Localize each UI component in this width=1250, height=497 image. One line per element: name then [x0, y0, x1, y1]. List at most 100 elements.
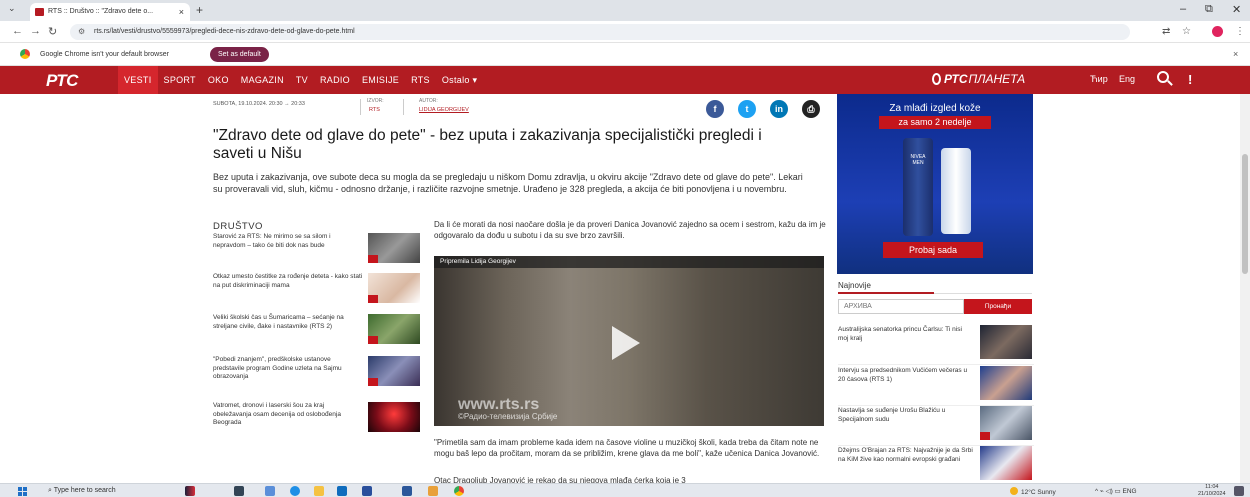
chrome-taskbar-icon[interactable]: [454, 486, 464, 496]
cyrillic-switch[interactable]: Ћир: [1090, 74, 1108, 84]
chrome-logo-icon: [20, 49, 30, 59]
app-news-icon[interactable]: [185, 486, 195, 496]
related-title: Veliki školski čas u Šumaricama – sećanj…: [213, 314, 344, 330]
planeta-brand: РТС: [944, 72, 968, 86]
print-icon[interactable]: ⎙: [802, 100, 820, 118]
related-item[interactable]: "Pobedi znanjem", predškolske ustanove p…: [213, 356, 423, 396]
nav-magazin[interactable]: MAGAZIN: [235, 66, 290, 94]
nav-rts[interactable]: RTS: [405, 66, 436, 94]
video-camera-icon: [368, 336, 378, 344]
word-icon[interactable]: [402, 486, 412, 496]
system-tray[interactable]: ^ ⌁ ◁) ▭ ENG: [1095, 487, 1137, 495]
restore-icon[interactable]: ⧉: [1205, 3, 1213, 16]
infobar-close-icon[interactable]: ×: [1233, 43, 1238, 66]
latest-news-item[interactable]: Australijska senatorka princu Čarlsu: Ti…: [838, 325, 1034, 365]
archive-search-input[interactable]: [838, 299, 964, 314]
article-author[interactable]: LIDIJA GEORGIJEV: [419, 107, 469, 113]
nav-radio[interactable]: RADIO: [314, 66, 356, 94]
default-browser-infobar: Google Chrome isn't your default browser…: [0, 43, 1250, 66]
video-camera-icon: [980, 432, 990, 440]
notifications-icon[interactable]: [1234, 486, 1244, 496]
ad-cta-button[interactable]: Probaj sada: [883, 242, 983, 258]
clock-date: 21/10/2024: [1198, 490, 1226, 497]
sun-icon: [1010, 487, 1018, 495]
site-info-icon[interactable]: ⚙: [78, 24, 85, 40]
nav-oko[interactable]: OKO: [202, 66, 235, 94]
browser-tab[interactable]: RTS :: Društvo :: "Zdravo dete o... ×: [30, 3, 190, 21]
related-title: Vatromet, dronovi i laserski šou za kraj…: [213, 402, 341, 426]
related-item[interactable]: Vatromet, dronovi i laserski šou za kraj…: [213, 402, 423, 442]
video-camera-icon: [368, 255, 378, 263]
article-meta: SUBOTA, 19.10.2024. 20:30 → 20:33 IZVOR:…: [213, 98, 469, 115]
nav-vesti[interactable]: VESTI: [118, 66, 158, 94]
video-camera-icon: [368, 378, 378, 386]
play-icon[interactable]: [612, 326, 640, 360]
nav-tv[interactable]: TV: [290, 66, 314, 94]
video-caption: Pripremila Lidija Georgijev: [434, 256, 824, 268]
latest-news-item[interactable]: Intervju sa predsednikom Vučićem večeras…: [838, 366, 1034, 406]
related-item[interactable]: Otkaz umesto čestitke za rođenje deteta …: [213, 273, 423, 313]
new-tab-button[interactable]: +: [196, 3, 203, 17]
url-text: rts.rs/lat/vesti/drustvo/5559973/pregled…: [94, 28, 355, 35]
rts-planeta-link[interactable]: РТСПЛАНЕТА: [932, 72, 1025, 86]
related-item[interactable]: Starović za RTS: Ne mirimo se sa silom i…: [213, 233, 423, 273]
chrome-menu-icon[interactable]: ⋮: [1235, 26, 1245, 37]
app-icon[interactable]: [362, 486, 372, 496]
latest-news-item[interactable]: Nastavlja se suđenje Urošu Blažiću u Spe…: [838, 406, 1034, 446]
back-arrow-icon[interactable]: ←: [12, 25, 23, 37]
nav-sport[interactable]: SPORT: [158, 66, 202, 94]
twitter-share-icon[interactable]: t: [738, 100, 756, 118]
news-title: Džejms O'Brajan za RTS: Najvažnije je da…: [838, 447, 973, 463]
page-scrollbar[interactable]: [1240, 94, 1250, 483]
reload-icon[interactable]: ↻: [48, 25, 57, 38]
translate-icon[interactable]: ⇄: [1162, 26, 1170, 37]
app-icon[interactable]: [265, 486, 275, 496]
english-switch[interactable]: Eng: [1119, 74, 1135, 84]
rss-icon[interactable]: ǃ: [1188, 72, 1192, 87]
article-source[interactable]: RTS: [369, 107, 380, 113]
site-search-icon[interactable]: [1157, 71, 1169, 83]
tab-close-icon[interactable]: ×: [179, 3, 184, 21]
section-label[interactable]: DRUŠTVO: [213, 221, 263, 232]
author-label: AUTOR:: [419, 98, 438, 104]
nav-emisije[interactable]: EMISIJE: [356, 66, 405, 94]
profile-avatar-icon[interactable]: [1212, 26, 1223, 37]
news-title: Australijska senatorka princu Čarlsu: Ti…: [838, 326, 962, 342]
rts-logo[interactable]: РТС: [46, 71, 78, 91]
ad-headline: Za mlađi izgled kože: [889, 103, 981, 114]
rts-favicon-icon: [35, 8, 44, 16]
weather-widget[interactable]: 12°C Sunny: [1010, 487, 1056, 496]
minimize-icon[interactable]: –: [1180, 3, 1186, 15]
file-explorer-icon[interactable]: [314, 486, 324, 496]
bookmark-star-icon[interactable]: ☆: [1182, 26, 1191, 37]
tab-search-chevron-icon[interactable]: ⌄: [8, 3, 16, 14]
tab-title: RTS :: Društvo :: "Zdravo dete o...: [48, 8, 154, 15]
article-lead: Bez uputa i zakazivanja, ove subote deca…: [213, 172, 803, 194]
linkedin-share-icon[interactable]: in: [770, 100, 788, 118]
nav-ostalo[interactable]: Ostalo ▾: [436, 66, 483, 94]
product-bottle-image: [941, 148, 971, 234]
forward-arrow-icon[interactable]: →: [30, 25, 41, 37]
app-icon[interactable]: [428, 486, 438, 496]
related-item[interactable]: Veliki školski čas u Šumaricama – sećanj…: [213, 314, 423, 354]
windows-start-icon[interactable]: [18, 487, 27, 496]
taskbar-search[interactable]: ⌕ Type here to search: [48, 486, 116, 496]
article-paragraph: "Primetila sam da imam probleme kada ide…: [434, 438, 820, 458]
clock[interactable]: 11:04 21/10/2024: [1198, 484, 1226, 497]
scrollbar-thumb[interactable]: [1242, 154, 1248, 274]
video-player[interactable]: Pripremila Lidija Georgijev www.rts.rs ©…: [434, 256, 824, 426]
latest-news-label[interactable]: Najnovije: [838, 281, 871, 290]
outlook-icon[interactable]: [337, 486, 347, 496]
main-menu: VESTI SPORT OKO MAGAZIN TV RADIO EMISIJE…: [118, 66, 483, 94]
edge-icon[interactable]: [290, 486, 300, 496]
window-close-icon[interactable]: ✕: [1232, 3, 1241, 16]
archive-search-button[interactable]: Пронађи: [964, 299, 1032, 314]
address-bar[interactable]: ⚙ rts.rs/lat/vesti/drustvo/5559973/pregl…: [70, 24, 1130, 40]
task-view-icon[interactable]: [234, 486, 244, 496]
facebook-share-icon[interactable]: f: [706, 100, 724, 118]
latest-news-item[interactable]: Džejms O'Brajan za RTS: Najvažnije je da…: [838, 446, 1034, 483]
nivea-advertisement[interactable]: Za mlađi izgled kože za samo 2 nedelje N…: [837, 94, 1033, 274]
set-as-default-button[interactable]: Set as default: [210, 47, 269, 62]
product-bottle-image: [903, 138, 933, 236]
taskbar-search-text: Type here to search: [53, 487, 116, 494]
